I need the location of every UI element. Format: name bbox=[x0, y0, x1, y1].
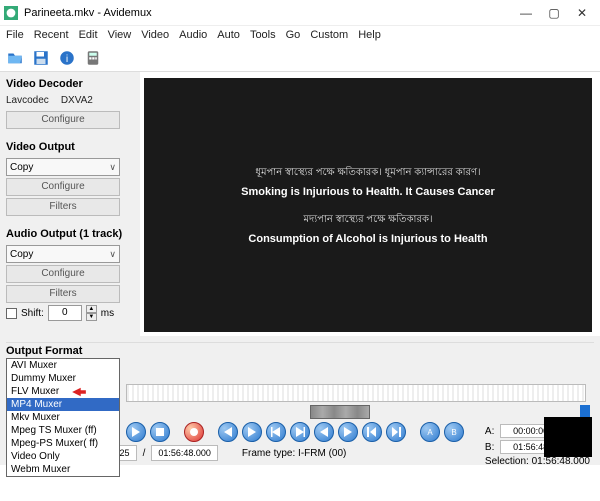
menu-auto[interactable]: Auto bbox=[217, 29, 240, 41]
calculator-icon[interactable] bbox=[82, 47, 104, 69]
audio-output-heading: Audio Output (1 track) bbox=[6, 228, 134, 240]
ruler-band bbox=[310, 405, 370, 419]
output-format-heading: Output Format bbox=[6, 345, 594, 357]
marker-a-label: A: bbox=[485, 426, 494, 437]
shift-checkbox[interactable] bbox=[6, 308, 17, 319]
audio-output-configure-button[interactable]: Configure bbox=[6, 265, 120, 283]
menu-file[interactable]: File bbox=[6, 29, 24, 41]
preview-line-2a: মদ্যপান স্বাস্থ্যের পক্ষে ক্ষতিকারক। bbox=[303, 212, 432, 229]
decoder-configure-button[interactable]: Configure bbox=[6, 111, 120, 129]
timeline-scrubber[interactable] bbox=[126, 384, 586, 402]
menu-help[interactable]: Help bbox=[358, 29, 381, 41]
decoder-lavcodec: Lavcodec bbox=[6, 95, 49, 106]
dropdown-item[interactable]: Dummy Muxer bbox=[7, 372, 119, 385]
dropdown-item[interactable]: Webm Muxer bbox=[7, 463, 119, 476]
time-total: 01:56:48.000 bbox=[151, 445, 218, 461]
video-decoder-heading: Video Decoder bbox=[6, 78, 134, 90]
dropdown-item[interactable]: Video Only bbox=[7, 450, 119, 463]
svg-text:i: i bbox=[66, 52, 68, 64]
dropdown-item[interactable]: AVI Muxer bbox=[7, 359, 119, 372]
preview-line-1b: Smoking is Injurious to Health. It Cause… bbox=[241, 186, 495, 198]
window-title: Parineeta.mkv - Avidemux bbox=[24, 7, 520, 19]
save-icon[interactable] bbox=[30, 47, 52, 69]
next-black-frame-button[interactable] bbox=[338, 422, 358, 442]
open-icon[interactable] bbox=[4, 47, 26, 69]
chevron-down-icon: ∨ bbox=[109, 249, 116, 260]
preview-line-1a: ধূমপান স্বাস্থ্যের পক্ষে ক্ষতিকারক। ধূমপ… bbox=[255, 165, 480, 182]
preview-line-2b: Consumption of Alcohol is Injurious to H… bbox=[248, 233, 487, 245]
menu-tools[interactable]: Tools bbox=[250, 29, 276, 41]
audio-output-value: Copy bbox=[10, 249, 33, 260]
goto-start-button[interactable] bbox=[362, 422, 382, 442]
shift-value-input[interactable]: 0 bbox=[48, 305, 82, 321]
set-marker-a-button[interactable]: A bbox=[420, 422, 440, 442]
play-button[interactable] bbox=[126, 422, 146, 442]
stop-button[interactable] bbox=[150, 422, 170, 442]
menu-view[interactable]: View bbox=[108, 29, 132, 41]
titlebar: Parineeta.mkv - Avidemux — ▢ ✕ bbox=[0, 0, 600, 26]
pointer-arrow-icon bbox=[72, 386, 86, 401]
menu-go[interactable]: Go bbox=[286, 29, 301, 41]
audio-output-filters-button[interactable]: Filters bbox=[6, 285, 120, 303]
menubar: File Recent Edit View Video Audio Auto T… bbox=[0, 26, 600, 44]
set-marker-b-button[interactable]: B bbox=[444, 422, 464, 442]
video-preview: ধূমপান স্বাস্থ্যের পক্ষে ক্ষতিকারক। ধূমপ… bbox=[144, 78, 592, 332]
selection-label: Selection: 01:56:48.000 bbox=[485, 456, 590, 467]
video-output-heading: Video Output bbox=[6, 141, 134, 153]
info-icon[interactable]: i bbox=[56, 47, 78, 69]
shift-unit: ms bbox=[101, 308, 114, 319]
menu-recent[interactable]: Recent bbox=[34, 29, 69, 41]
video-output-filters-button[interactable]: Filters bbox=[6, 198, 120, 216]
menu-edit[interactable]: Edit bbox=[79, 29, 98, 41]
video-output-select[interactable]: Copy ∨ bbox=[6, 158, 120, 176]
toolbar: i bbox=[0, 44, 600, 72]
chevron-down-icon: ∨ bbox=[109, 162, 116, 173]
sidebar: Video Decoder Lavcodec DXVA2 Configure V… bbox=[0, 72, 140, 336]
output-format-dropdown[interactable]: AVI MuxerDummy MuxerFLV MuxerMP4 MuxerMk… bbox=[6, 358, 120, 477]
dropdown-item[interactable]: MP4 Muxer bbox=[7, 398, 119, 411]
goto-end-button[interactable] bbox=[386, 422, 406, 442]
navigation-ruler[interactable] bbox=[126, 405, 586, 419]
time-sep: / bbox=[143, 448, 146, 459]
shift-spinner[interactable]: ▲▼ bbox=[86, 305, 97, 321]
preview-thumbnail bbox=[544, 417, 592, 457]
svg-text:A: A bbox=[427, 428, 433, 437]
shift-label: Shift: bbox=[21, 308, 44, 319]
menu-custom[interactable]: Custom bbox=[310, 29, 348, 41]
app-icon bbox=[4, 6, 18, 20]
video-output-value: Copy bbox=[10, 162, 33, 173]
minimize-button[interactable]: — bbox=[520, 7, 532, 19]
dropdown-item[interactable]: Mpeg TS Muxer (ff) bbox=[7, 424, 119, 437]
next-frame-button[interactable] bbox=[290, 422, 310, 442]
close-button[interactable]: ✕ bbox=[576, 7, 588, 19]
dropdown-item[interactable]: Mpeg-PS Muxer( ff) bbox=[7, 437, 119, 450]
decoder-dxva2: DXVA2 bbox=[61, 95, 93, 106]
dropdown-item[interactable]: FLV Muxer bbox=[7, 385, 119, 398]
prev-keyframe-button[interactable] bbox=[218, 422, 238, 442]
audio-output-select[interactable]: Copy ∨ bbox=[6, 245, 120, 263]
frame-type: Frame type: I-FRM (00) bbox=[242, 448, 346, 459]
video-output-configure-button[interactable]: Configure bbox=[6, 178, 120, 196]
marker-b-label: B: bbox=[485, 442, 494, 453]
prev-frame-button[interactable] bbox=[266, 422, 286, 442]
next-keyframe-button[interactable] bbox=[242, 422, 262, 442]
record-button[interactable] bbox=[184, 422, 204, 442]
maximize-button[interactable]: ▢ bbox=[548, 7, 560, 19]
svg-text:B: B bbox=[451, 428, 456, 437]
dropdown-item[interactable]: Mkv Muxer bbox=[7, 411, 119, 424]
prev-black-frame-button[interactable] bbox=[314, 422, 334, 442]
menu-video[interactable]: Video bbox=[141, 29, 169, 41]
menu-audio[interactable]: Audio bbox=[179, 29, 207, 41]
